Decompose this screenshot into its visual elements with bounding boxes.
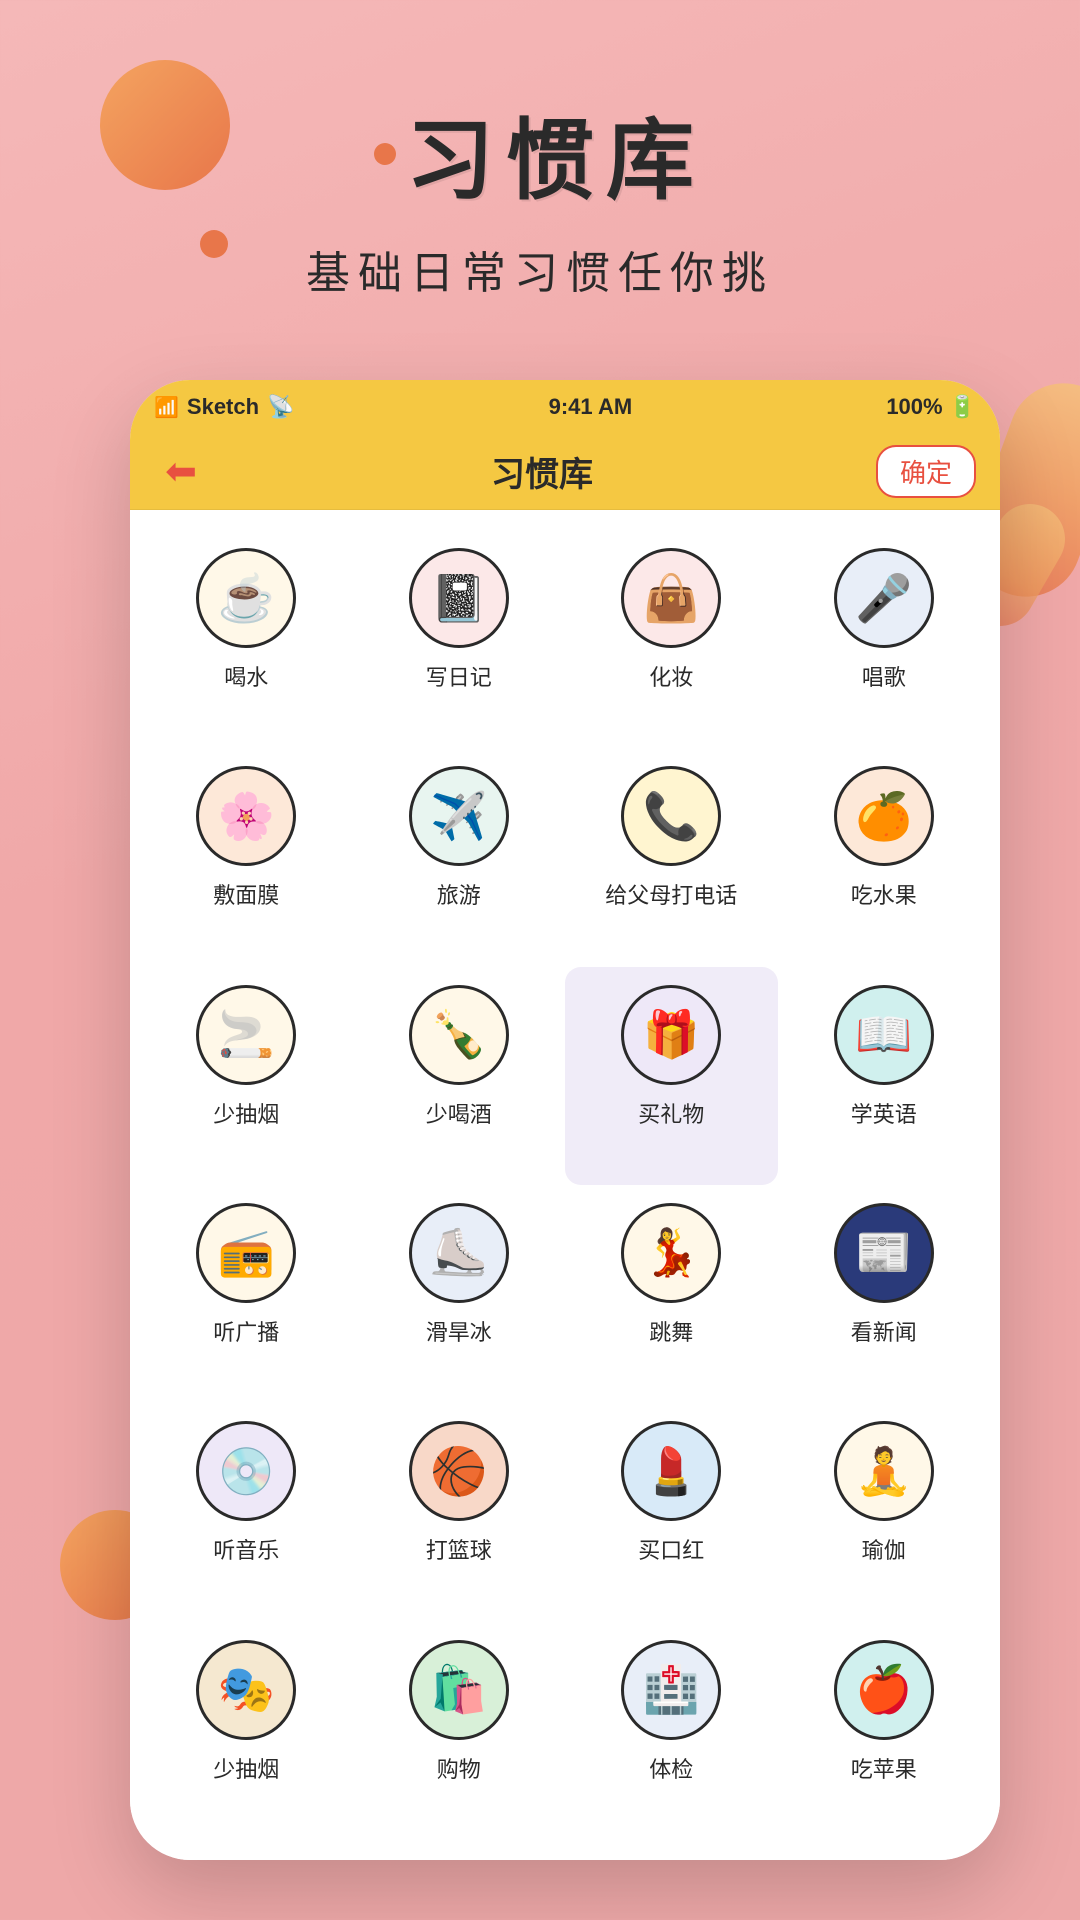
habit-icon-circle: 🌸 xyxy=(196,766,296,866)
habit-label: 买礼物 xyxy=(638,1097,704,1129)
habit-item[interactable]: 🏀 打篮球 xyxy=(353,1403,566,1621)
habit-label: 买口红 xyxy=(638,1533,704,1565)
habit-label: 体检 xyxy=(649,1752,693,1784)
habit-icon-circle: 💃 xyxy=(621,1203,721,1303)
habit-label: 旅游 xyxy=(437,878,481,910)
habit-item[interactable]: 💃 跳舞 xyxy=(565,1185,778,1403)
habits-grid: ☕ 喝水 📓 写日记 👜 化妆 🎤 唱歌 🌸 敷面膜 ✈️ 旅游 📞 给父母打电话 🍊 吃水果 🚬 少抽烟 🍾 少喝酒… xyxy=(130,510,1000,1860)
habit-item[interactable]: 🛍️ 购物 xyxy=(353,1622,566,1840)
habit-icon-circle: 🛍️ xyxy=(409,1640,509,1740)
confirm-button[interactable]: 确定 xyxy=(876,445,976,498)
habit-icon-circle: 🍎 xyxy=(834,1640,934,1740)
status-right: 100% 🔋 xyxy=(886,394,976,420)
habit-label: 唱歌 xyxy=(862,660,906,692)
habit-item[interactable]: ✈️ 旅游 xyxy=(353,748,566,966)
back-arrow-icon: ⬅ xyxy=(165,449,197,494)
habit-item[interactable]: 📻 听广播 xyxy=(140,1185,353,1403)
battery-label: 100% xyxy=(886,394,942,420)
habit-label: 吃水果 xyxy=(851,878,917,910)
habit-item[interactable]: 💿 听音乐 xyxy=(140,1403,353,1621)
habit-item[interactable]: 🍎 吃苹果 xyxy=(778,1622,991,1840)
habit-label: 滑旱冰 xyxy=(426,1315,492,1347)
nav-bar: ⬅ 习惯库 确定 xyxy=(130,434,1000,510)
habit-item[interactable]: 🌸 敷面膜 xyxy=(140,748,353,966)
habit-item[interactable]: ⛸️ 滑旱冰 xyxy=(353,1185,566,1403)
habit-item[interactable]: ☕ 喝水 xyxy=(140,530,353,748)
battery-icon: 🔋 xyxy=(949,394,976,420)
habit-icon-circle: ✈️ xyxy=(409,766,509,866)
habit-label: 化妆 xyxy=(649,660,693,692)
habit-label: 少抽烟 xyxy=(213,1752,279,1784)
habit-item[interactable]: 🧘 瑜伽 xyxy=(778,1403,991,1621)
habit-icon-circle: 📖 xyxy=(834,985,934,1085)
habit-icon-circle: 🚬 xyxy=(196,985,296,1085)
carrier-label: Sketch xyxy=(187,394,259,420)
habit-icon-circle: 🎁 xyxy=(621,985,721,1085)
habit-label: 购物 xyxy=(437,1752,481,1784)
habit-item[interactable]: 🍊 吃水果 xyxy=(778,748,991,966)
back-button[interactable]: ⬅ xyxy=(154,450,208,494)
habit-item[interactable]: 📖 学英语 xyxy=(778,967,991,1185)
status-left: 📶 Sketch 📡 xyxy=(154,394,294,420)
habit-item[interactable]: 📞 给父母打电话 xyxy=(565,748,778,966)
habit-label: 看新闻 xyxy=(851,1315,917,1347)
habit-icon-circle: 🍊 xyxy=(834,766,934,866)
habit-icon-circle: 👜 xyxy=(621,548,721,648)
habit-item[interactable]: 🎭 少抽烟 xyxy=(140,1622,353,1840)
habit-label: 敷面膜 xyxy=(213,878,279,910)
nav-title: 习惯库 xyxy=(208,447,876,496)
habit-label: 喝水 xyxy=(224,660,268,692)
habit-icon-circle: 🏀 xyxy=(409,1421,509,1521)
habit-icon-circle: ⛸️ xyxy=(409,1203,509,1303)
habit-item[interactable]: 🍾 少喝酒 xyxy=(353,967,566,1185)
habit-label: 给父母打电话 xyxy=(605,878,737,910)
habit-item[interactable]: 👜 化妆 xyxy=(565,530,778,748)
status-time: 9:41 AM xyxy=(294,394,886,420)
habit-icon-circle: 💿 xyxy=(196,1421,296,1521)
habit-label: 听广播 xyxy=(213,1315,279,1347)
status-bar: 📶 Sketch 📡 9:41 AM 100% 🔋 xyxy=(130,380,1000,434)
habit-icon-circle: 📰 xyxy=(834,1203,934,1303)
habit-item[interactable]: 📓 写日记 xyxy=(353,530,566,748)
habit-label: 打篮球 xyxy=(426,1533,492,1565)
habit-icon-circle: 📓 xyxy=(409,548,509,648)
title-area: 习惯库 基础日常习惯任你挑 xyxy=(0,90,1080,301)
title-dot xyxy=(374,143,396,165)
habit-label: 少抽烟 xyxy=(213,1097,279,1129)
page-subtitle: 基础日常习惯任你挑 xyxy=(0,237,1080,301)
page-main-title: 习惯库 xyxy=(406,90,706,217)
wifi-icon: 📡 xyxy=(267,394,294,420)
habit-icon-circle: 📞 xyxy=(621,766,721,866)
habit-item[interactable]: 💄 买口红 xyxy=(565,1403,778,1621)
habit-icon-circle: 🏥 xyxy=(621,1640,721,1740)
habit-label: 少喝酒 xyxy=(426,1097,492,1129)
habit-label: 写日记 xyxy=(426,660,492,692)
habit-label: 学英语 xyxy=(851,1097,917,1129)
phone-frame: 📶 Sketch 📡 9:41 AM 100% 🔋 ⬅ 习惯库 确定 ☕ 喝水 📓 写… xyxy=(130,380,1000,1860)
habit-icon-circle: 🎤 xyxy=(834,548,934,648)
habit-label: 听音乐 xyxy=(213,1533,279,1565)
signal-icon: 📶 xyxy=(154,395,179,420)
habit-label: 吃苹果 xyxy=(851,1752,917,1784)
habit-icon-circle: 💄 xyxy=(621,1421,721,1521)
habit-label: 瑜伽 xyxy=(862,1533,906,1565)
habit-icon-circle: ☕ xyxy=(196,548,296,648)
habit-item[interactable]: 🎁 买礼物 xyxy=(565,967,778,1185)
habit-icon-circle: 🧘 xyxy=(834,1421,934,1521)
habit-icon-circle: 🎭 xyxy=(196,1640,296,1740)
habit-icon-circle: 📻 xyxy=(196,1203,296,1303)
habit-item[interactable]: 📰 看新闻 xyxy=(778,1185,991,1403)
habit-label: 跳舞 xyxy=(649,1315,693,1347)
habit-icon-circle: 🍾 xyxy=(409,985,509,1085)
habit-item[interactable]: 🏥 体检 xyxy=(565,1622,778,1840)
habit-item[interactable]: 🚬 少抽烟 xyxy=(140,967,353,1185)
habit-item[interactable]: 🎤 唱歌 xyxy=(778,530,991,748)
